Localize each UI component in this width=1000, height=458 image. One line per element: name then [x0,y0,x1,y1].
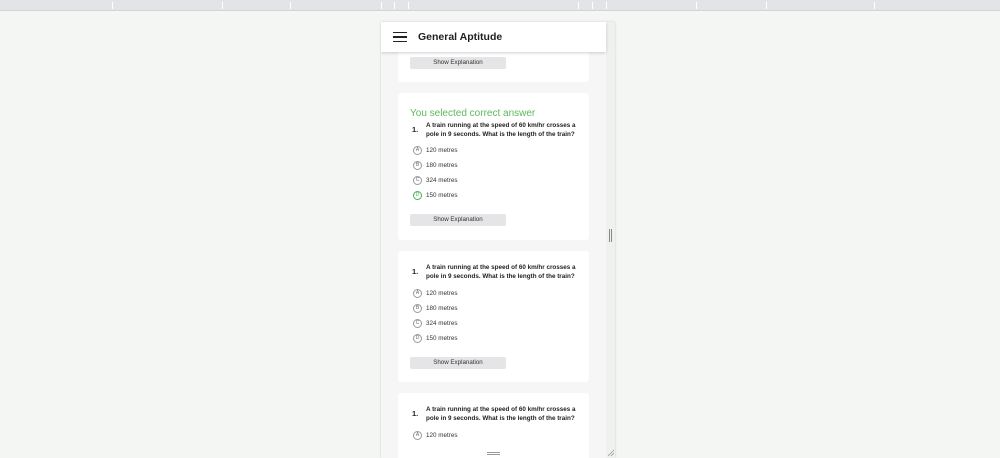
option-letter-icon: C [413,176,422,185]
app-bar: General Aptitude [381,22,606,52]
question-card: You selected correct answer 1. A train r… [398,93,589,240]
option-text: 120 metres [426,147,458,154]
option-b[interactable]: B 180 metres [413,160,458,171]
browser-tab-strip [0,0,1000,11]
tab-divider [112,2,113,9]
menu-icon[interactable] [393,31,407,43]
option-letter-icon: B [413,304,422,313]
question-text: A train running at the speed of 60 km/hr… [426,122,576,138]
option-text: 180 metres [426,305,458,312]
question-text: A train running at the speed of 60 km/hr… [426,406,576,422]
option-letter-icon: D [413,191,422,200]
option-letter-icon: A [413,146,422,155]
correct-answer-message: You selected correct answer [410,108,536,119]
tab-divider [592,2,593,9]
tab-divider [696,2,697,9]
tab-divider [381,2,382,9]
show-explanation-button[interactable]: Show Explanation [410,57,506,69]
tab-divider [874,2,875,9]
tab-divider [408,2,409,9]
tab-divider [578,2,579,9]
option-d[interactable]: D 150 metres [413,333,458,344]
option-a[interactable]: A 120 metres [413,430,458,441]
option-text: 324 metres [426,177,458,184]
show-explanation-button[interactable]: Show Explanation [410,357,506,369]
question-number: 1. [412,409,419,418]
option-b[interactable]: B 180 metres [413,303,458,314]
question-card: Show Explanation [398,50,589,82]
show-explanation-button[interactable]: Show Explanation [410,214,506,226]
option-c[interactable]: C 324 metres [413,318,458,329]
tab-divider [606,2,607,9]
option-text: 150 metres [426,335,458,342]
option-d-selected[interactable]: D 150 metres [413,190,458,201]
tab-divider [394,2,395,9]
question-number: 1. [412,267,419,276]
option-c[interactable]: C 324 metres [413,175,458,186]
option-text: 150 metres [426,192,458,199]
question-card: 1. A train running at the speed of 60 km… [398,393,589,458]
tab-divider [766,2,767,9]
scrollbar-thumb[interactable] [609,229,612,242]
tab-divider [222,2,223,9]
resize-grip-icon[interactable] [606,448,615,457]
page-title: General Aptitude [418,31,503,43]
option-text: 120 metres [426,290,458,297]
option-a[interactable]: A 120 metres [413,145,458,156]
bottom-resize-handle[interactable] [487,452,500,455]
question-text: A train running at the speed of 60 km/hr… [426,264,576,280]
option-text: 324 metres [426,320,458,327]
option-text: 120 metres [426,432,458,439]
question-number: 1. [412,125,419,134]
option-letter-icon: D [413,334,422,343]
option-a[interactable]: A 120 metres [413,288,458,299]
question-card: 1. A train running at the speed of 60 km… [398,251,589,382]
option-text: 180 metres [426,162,458,169]
device-viewport: General Aptitude Show Explanation You se… [381,22,615,458]
option-letter-icon: C [413,319,422,328]
option-letter-icon: B [413,161,422,170]
option-letter-icon: A [413,431,422,440]
tab-divider [290,2,291,9]
option-letter-icon: A [413,289,422,298]
